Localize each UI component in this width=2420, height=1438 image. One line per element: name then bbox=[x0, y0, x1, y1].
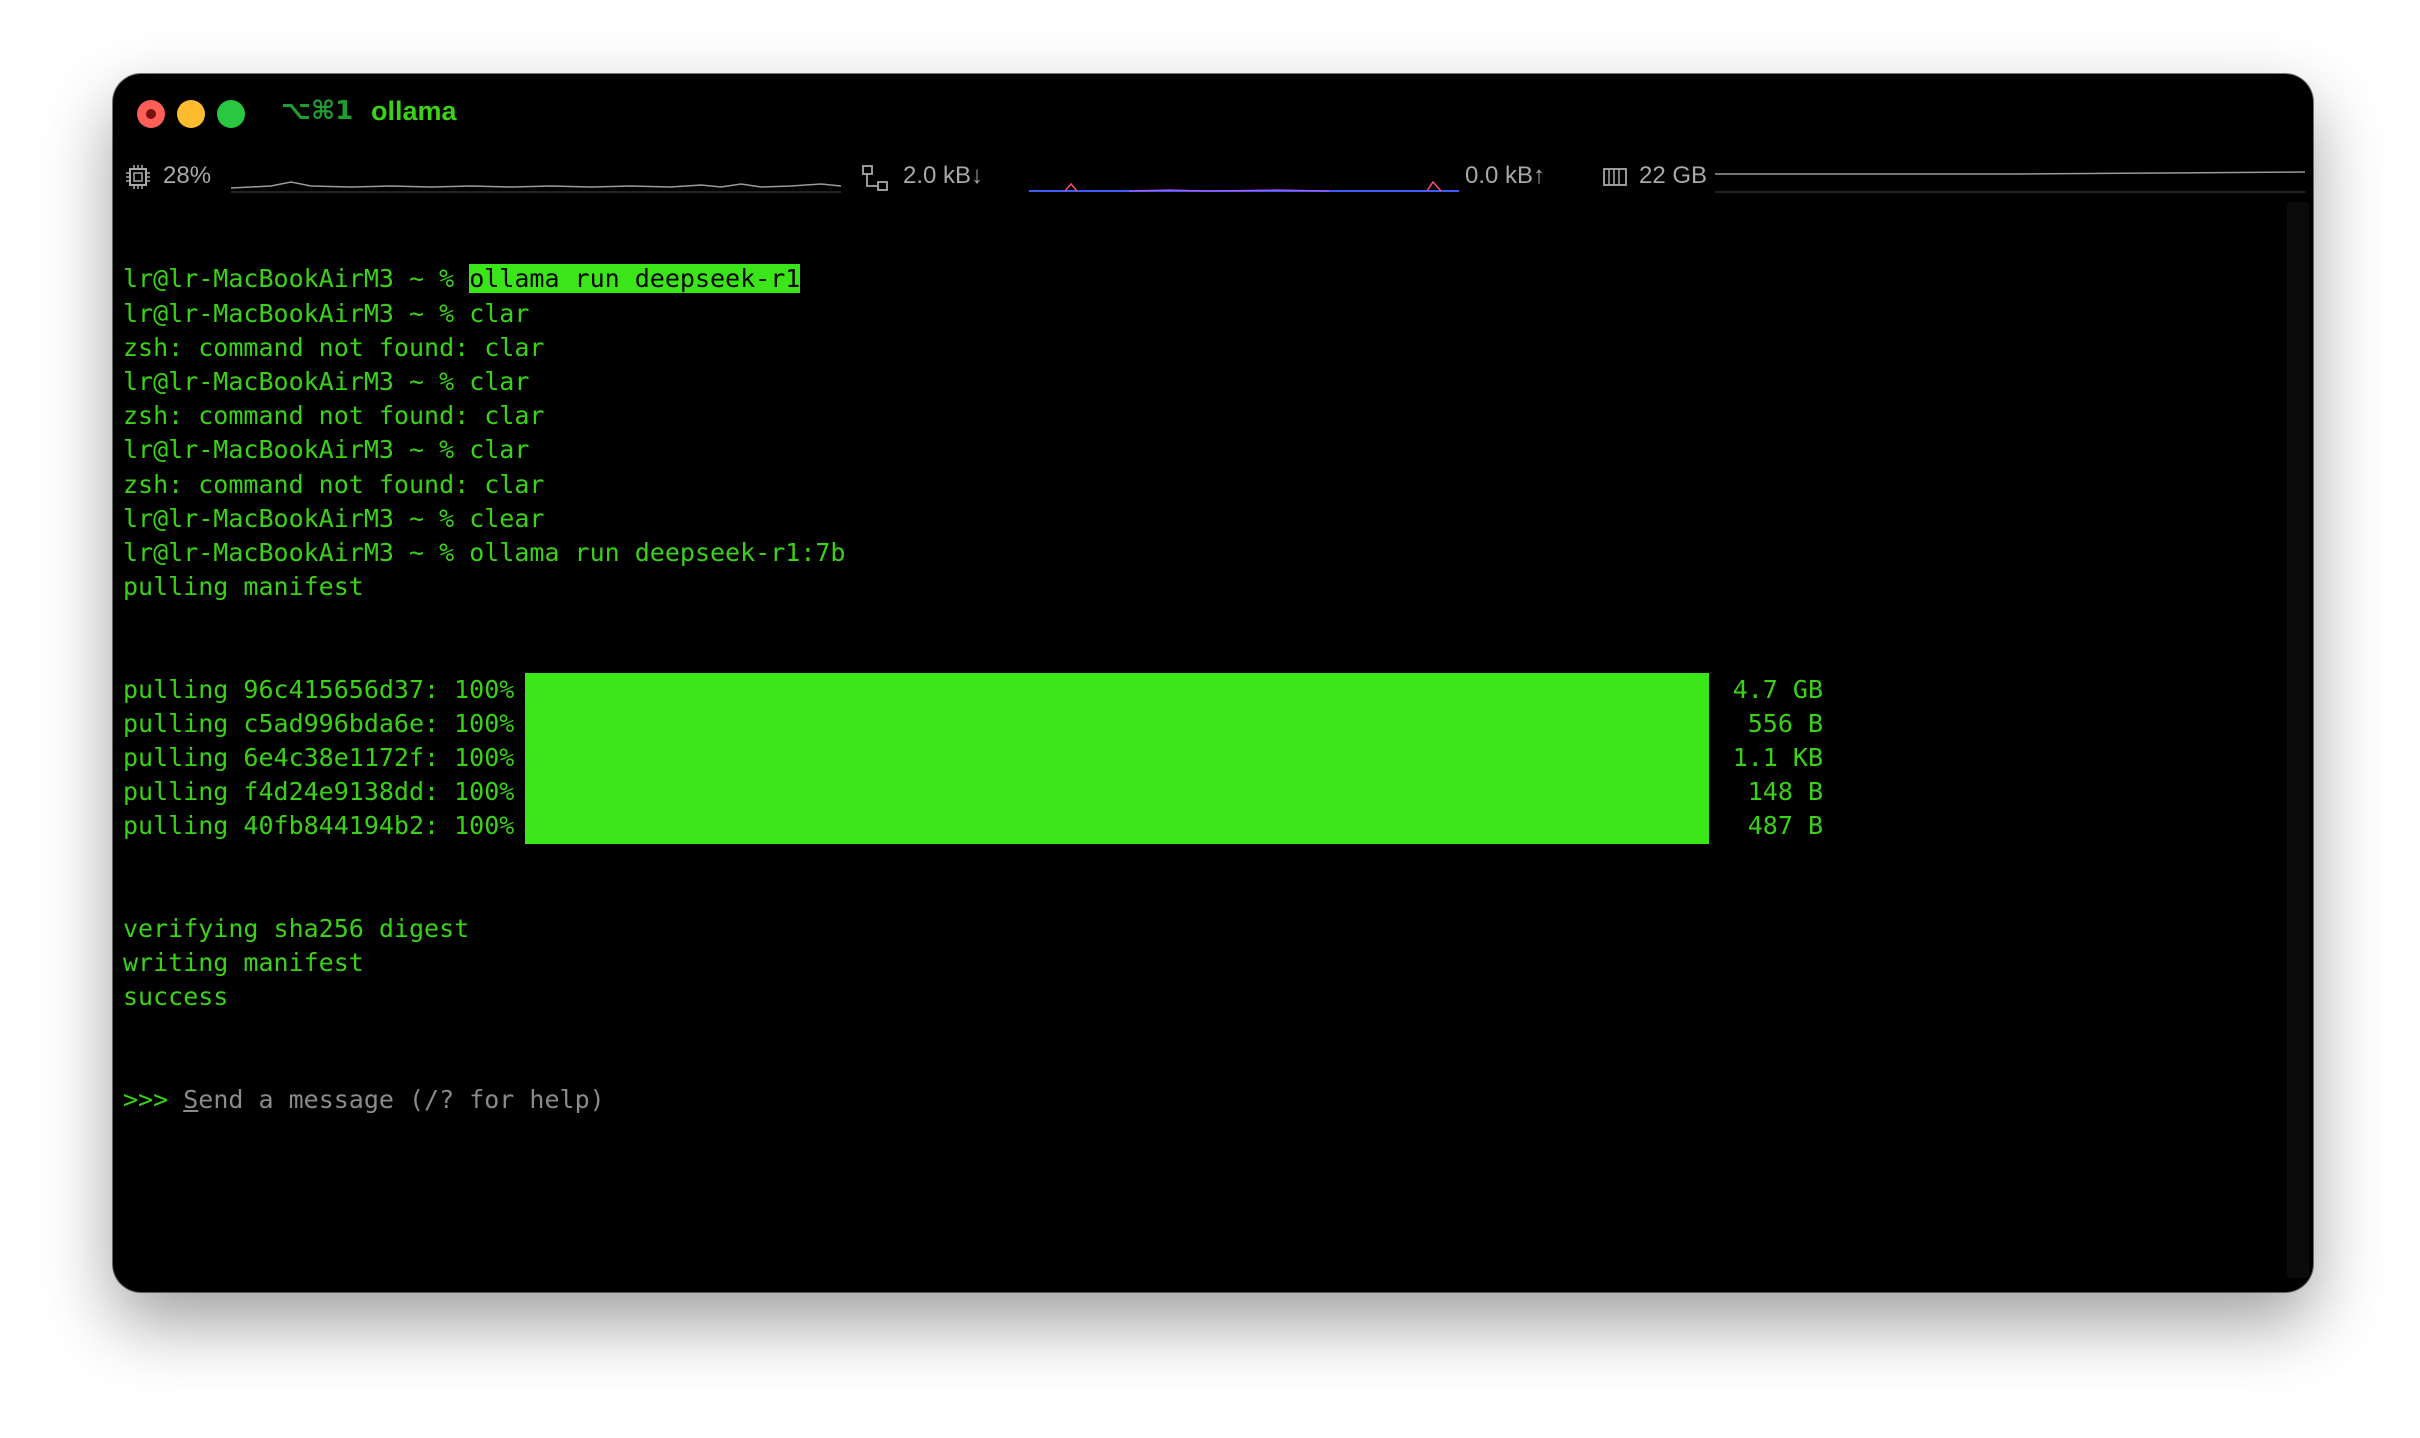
cpu-graph bbox=[231, 181, 841, 193]
progress-bar bbox=[525, 809, 1709, 844]
output-line: verifying sha256 digest bbox=[123, 914, 470, 944]
progress-bar bbox=[525, 775, 1709, 810]
terminal-output[interactable]: lr@lr-MacBookAirM3 ~ % ollama run deepse… bbox=[123, 194, 1823, 1186]
pull-label: pulling 6e4c38e1172f: 100% bbox=[123, 743, 515, 773]
shell-command: clar bbox=[469, 298, 530, 328]
input-line[interactable]: >>> Send a message (/? for help) bbox=[123, 1083, 845, 1117]
terminal-window: ⌥⌘1 ollama 28% 2.0 kB↓ 0.0 kB↑ 22 GB lr@… bbox=[113, 74, 2313, 1292]
shell-prompt: lr@lr-MacBookAirM3 ~ % bbox=[123, 298, 470, 328]
output-line: writing manifest bbox=[123, 948, 364, 978]
pull-row: pulling 96c415656d37: 100% 4.7 GB bbox=[123, 672, 1823, 707]
shell-prompt: lr@lr-MacBookAirM3 ~ % bbox=[123, 264, 470, 294]
pull-size: 487 B bbox=[1747, 811, 1823, 841]
pull-row: pulling 40fb844194b2: 100% 487 B bbox=[123, 809, 1823, 844]
shell-command: ollama run deepseek-r1 bbox=[469, 264, 801, 294]
cpu-usage: 28% bbox=[163, 162, 212, 189]
tab-shortcut: ⌥⌘1 bbox=[281, 96, 354, 126]
title-bar: ⌥⌘1 ollama bbox=[113, 74, 2313, 152]
shell-command: clear bbox=[469, 503, 545, 533]
shell-command: clar bbox=[469, 366, 530, 396]
progress-bar bbox=[525, 741, 1709, 776]
network-graph bbox=[1029, 180, 1459, 192]
pull-label: pulling f4d24e9138dd: 100% bbox=[123, 777, 515, 807]
prompt-line: lr@lr-MacBookAirM3 ~ % clar bbox=[123, 365, 845, 399]
pull-row: pulling 6e4c38e1172f: 100% 1.1 KB bbox=[123, 741, 1823, 776]
output-line: success bbox=[123, 982, 229, 1012]
shell-command: clar bbox=[469, 435, 530, 465]
pull-size: 148 B bbox=[1747, 777, 1823, 807]
close-button[interactable] bbox=[137, 100, 165, 128]
progress-fill bbox=[525, 809, 1709, 844]
output-line: zsh: command not found: clar bbox=[123, 401, 545, 431]
pull-label: pulling c5ad996bda6e: 100% bbox=[123, 708, 515, 738]
pull-label: pulling 40fb844194b2: 100% bbox=[123, 811, 515, 841]
prompt-line: lr@lr-MacBookAirM3 ~ % ollama run deepse… bbox=[123, 262, 845, 296]
pull-size: 4.7 GB bbox=[1732, 674, 1823, 704]
prompt-line: lr@lr-MacBookAirM3 ~ % ollama run deepse… bbox=[123, 536, 845, 570]
progress-bar bbox=[525, 706, 1709, 742]
shell-prompt: lr@lr-MacBookAirM3 ~ % bbox=[123, 366, 470, 396]
input-prompt: >>> bbox=[123, 1085, 184, 1114]
input-placeholder-cursor: S bbox=[183, 1085, 199, 1114]
output-line: zsh: command not found: clar bbox=[123, 469, 545, 499]
prompt-line: lr@lr-MacBookAirM3 ~ % clear bbox=[123, 502, 845, 536]
progress-bar bbox=[525, 672, 1709, 707]
network-upload: 0.0 kB↑ bbox=[1465, 162, 1546, 189]
memory-graph bbox=[1715, 171, 2305, 193]
pull-row: pulling f4d24e9138dd: 100% 148 B bbox=[123, 775, 1823, 810]
maximize-button[interactable] bbox=[217, 100, 245, 128]
minimize-button[interactable] bbox=[177, 100, 205, 128]
memory-icon bbox=[1603, 168, 1627, 186]
shell-prompt: lr@lr-MacBookAirM3 ~ % bbox=[123, 537, 470, 567]
prompt-line: lr@lr-MacBookAirM3 ~ % clar bbox=[123, 297, 845, 331]
network-icon bbox=[862, 165, 888, 191]
prompt-line: lr@lr-MacBookAirM3 ~ % clar bbox=[123, 433, 845, 467]
output-line: pulling manifest bbox=[123, 572, 364, 602]
scrollbar[interactable] bbox=[2287, 202, 2309, 1278]
pull-size: 556 B bbox=[1747, 708, 1823, 738]
progress-fill bbox=[525, 672, 1709, 707]
memory-usage: 22 GB bbox=[1639, 162, 1708, 189]
progress-fill bbox=[525, 706, 1709, 742]
shell-prompt: lr@lr-MacBookAirM3 ~ % bbox=[123, 503, 470, 533]
pull-row: pulling c5ad996bda6e: 100% 556 B bbox=[123, 706, 1823, 742]
input-placeholder: end a message (/? for help) bbox=[198, 1085, 605, 1114]
pull-size: 1.1 KB bbox=[1732, 743, 1823, 773]
pull-label: pulling 96c415656d37: 100% bbox=[123, 674, 515, 704]
progress-fill bbox=[525, 741, 1709, 776]
shell-command: ollama run deepseek-r1:7b bbox=[469, 537, 846, 567]
network-download: 2.0 kB↓ bbox=[903, 162, 984, 189]
progress-fill bbox=[525, 775, 1709, 810]
cpu-icon bbox=[126, 165, 150, 189]
tab-title[interactable]: ollama bbox=[371, 96, 457, 127]
output-line: zsh: command not found: clar bbox=[123, 332, 545, 362]
shell-prompt: lr@lr-MacBookAirM3 ~ % bbox=[123, 435, 470, 465]
